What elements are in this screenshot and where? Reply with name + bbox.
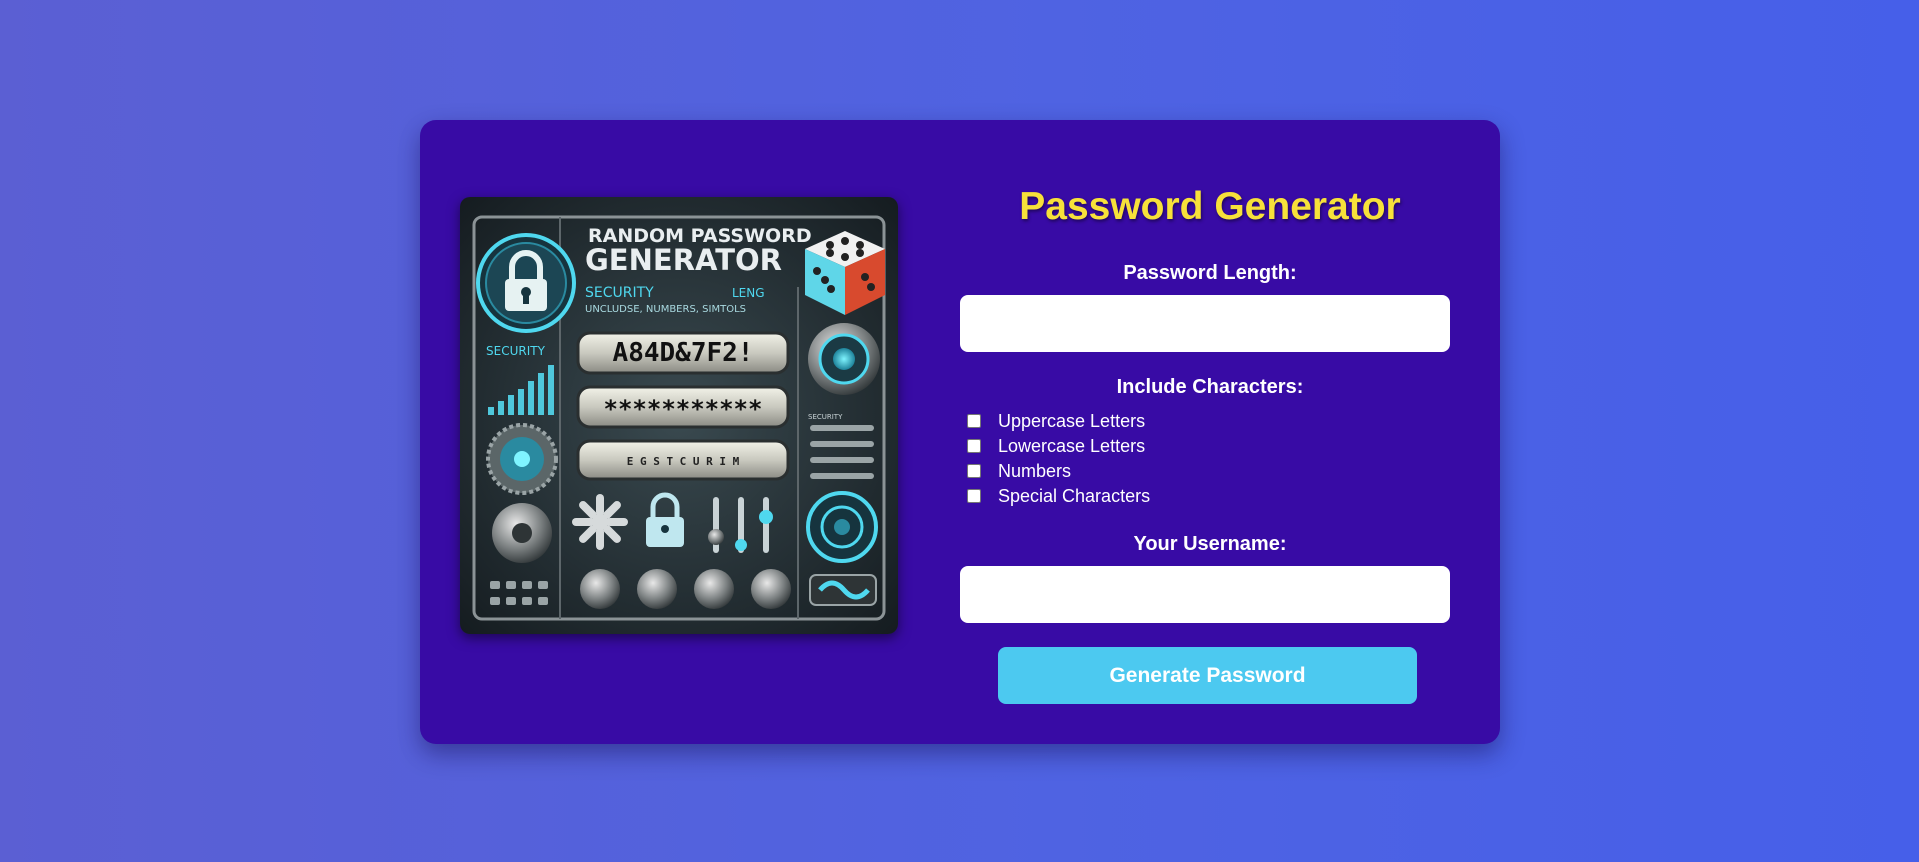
special-characters-label: Special Characters xyxy=(998,485,1151,506)
lowercase-option[interactable]: Lowercase Letters xyxy=(967,435,1145,457)
password-length-input[interactable] xyxy=(960,295,1450,352)
include-characters-label: Include Characters: xyxy=(1116,376,1304,398)
special-characters-option[interactable]: Special Characters xyxy=(967,485,1150,507)
special-characters-checkbox[interactable] xyxy=(967,489,981,503)
illustration-sub-1: SECURITY xyxy=(585,285,654,301)
illustration-sub-2: UNCLUDSE, NUMBERS, SIMTOLS xyxy=(585,304,746,315)
lowercase-label: Lowercase Letters xyxy=(998,435,1146,456)
illustration-sub-1b: LENG xyxy=(732,286,765,300)
illustration-heading-2: GENERATOR xyxy=(585,243,782,277)
generate-password-button[interactable]: Generate Password xyxy=(998,647,1417,704)
uppercase-label: Uppercase Letters xyxy=(998,410,1146,431)
uppercase-option[interactable]: Uppercase Letters xyxy=(967,410,1145,432)
hero-illustration: RANDOM PASSWORD GENERATOR SECURITY LENG … xyxy=(460,197,898,634)
username-label: Your Username: xyxy=(1133,533,1287,555)
password-generator-illustration: RANDOM PASSWORD GENERATOR SECURITY LENG … xyxy=(460,197,898,634)
numbers-checkbox[interactable] xyxy=(967,464,981,478)
numbers-option[interactable]: Numbers xyxy=(967,460,1071,482)
illustration-masked-display: *********** xyxy=(604,395,763,423)
numbers-label: Numbers xyxy=(998,460,1072,481)
password-generator-card: RANDOM PASSWORD GENERATOR SECURITY LENG … xyxy=(420,120,1500,744)
password-length-label: Password Length: xyxy=(1123,262,1297,284)
username-input[interactable] xyxy=(960,566,1450,623)
lowercase-checkbox[interactable] xyxy=(967,439,981,453)
illustration-password-display: A84D&7F2! xyxy=(613,338,754,368)
illustration-security-label: SECURITY xyxy=(486,344,546,358)
illustration-side-label: SECURITY xyxy=(808,413,843,421)
uppercase-checkbox[interactable] xyxy=(967,414,981,428)
illustration-bottom-display: E G S T C U R I M xyxy=(627,455,740,468)
page-title: Password Generator xyxy=(1019,185,1401,228)
